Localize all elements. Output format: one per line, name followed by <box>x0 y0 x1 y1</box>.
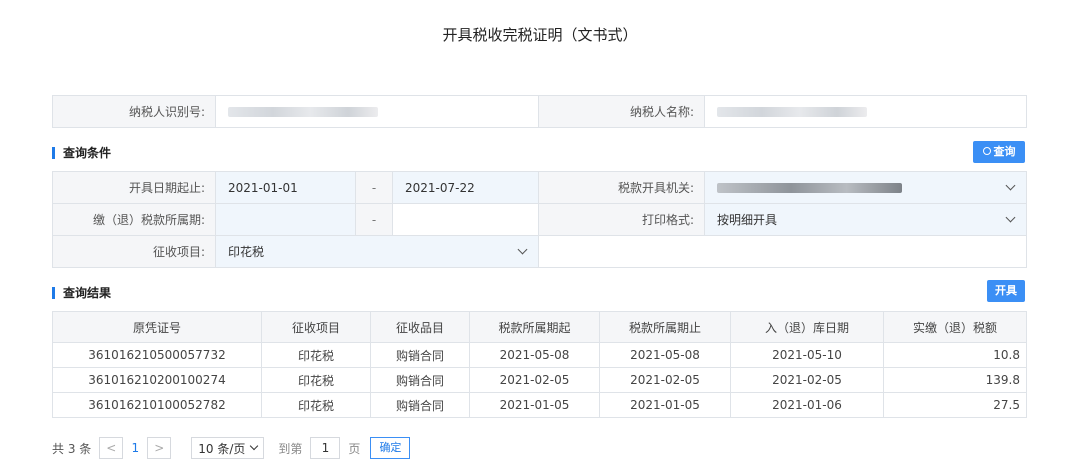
issue-button[interactable]: 开具 <box>987 280 1025 302</box>
query-section-title: 查询条件 <box>52 147 111 159</box>
pagination: 共 3 条 < 1 > 10 条/页 到第 1 页 确定 <box>52 437 411 459</box>
goto-page-input[interactable]: 1 <box>310 437 341 459</box>
cell-voucher-no: 361016210200100274 <box>52 367 262 393</box>
cell-levy-category: 购销合同 <box>370 392 470 418</box>
page-number[interactable]: 1 <box>123 441 147 455</box>
date-range-label: 开具日期起止: <box>52 171 216 204</box>
chevron-down-icon <box>517 244 528 255</box>
column-header: 原凭证号 <box>52 311 262 343</box>
page-unit-label: 页 <box>348 441 361 456</box>
cell-levy-category: 购销合同 <box>370 342 470 368</box>
taxpayer-name-label: 纳税人名称: <box>538 95 705 128</box>
cell-treasury-date: 2021-05-10 <box>730 342 884 368</box>
date-start-input[interactable]: 2021-01-01 <box>215 171 356 204</box>
query-conditions-table: 开具日期起止: 2021-01-01 - 2021-07-22 税款开具机关: … <box>52 171 1027 268</box>
period-separator: - <box>355 203 393 236</box>
next-page-button[interactable]: > <box>147 437 172 459</box>
total-count: 共 3 条 <box>52 441 92 456</box>
cell-levy-item: 印花税 <box>261 392 371 418</box>
cell-period-end: 2021-05-08 <box>599 342 731 368</box>
levy-item-select[interactable]: 印花税 <box>215 235 539 268</box>
cell-voucher-no: 361016210500057732 <box>52 342 262 368</box>
chevron-down-icon <box>1005 180 1016 191</box>
taxpayer-id-label: 纳税人识别号: <box>52 95 216 128</box>
search-button-label: 查询 <box>993 145 1016 158</box>
page-size-value: 10 条/页 <box>198 441 246 456</box>
chevron-down-icon <box>1005 212 1016 223</box>
column-header: 征收品目 <box>370 311 470 343</box>
authority-label: 税款开具机关: <box>538 171 705 204</box>
print-format-label: 打印格式: <box>538 203 705 236</box>
cell-period-end: 2021-01-05 <box>599 392 731 418</box>
table-row[interactable]: 361016210100052782 印花税 购销合同 2021-01-05 2… <box>52 392 1027 418</box>
cell-amount: 27.5 <box>883 392 1027 418</box>
column-header: 实缴（退）税额 <box>883 311 1027 343</box>
column-header: 税款所属期止 <box>599 311 731 343</box>
column-header: 征收项目 <box>261 311 371 343</box>
column-header: 入（退）库日期 <box>730 311 884 343</box>
period-start-input[interactable] <box>215 203 356 236</box>
period-label: 缴（退）税款所属期: <box>52 203 216 236</box>
table-header-row: 原凭证号 征收项目 征收品目 税款所属期起 税款所属期止 入（退）库日期 实缴（… <box>52 311 1027 343</box>
cell-levy-category: 购销合同 <box>370 367 470 393</box>
cell-period-start: 2021-02-05 <box>469 367 600 393</box>
table-row[interactable]: 361016210500057732 印花税 购销合同 2021-05-08 2… <box>52 342 1027 368</box>
levy-item-label: 征收项目: <box>52 235 216 268</box>
cell-treasury-date: 2021-02-05 <box>730 367 884 393</box>
column-header: 税款所属期起 <box>469 311 600 343</box>
cell-amount: 10.8 <box>883 342 1027 368</box>
search-icon <box>982 147 991 155</box>
empty-cell <box>538 235 1027 268</box>
print-format-value: 按明细开具 <box>717 213 778 227</box>
levy-item-value: 印花税 <box>228 245 265 259</box>
taxpayer-id-value <box>215 95 539 128</box>
date-separator: - <box>355 171 393 204</box>
search-button[interactable]: 查询 <box>973 141 1025 163</box>
taxpayer-name-value <box>704 95 1027 128</box>
page-size-select[interactable]: 10 条/页 <box>191 437 265 459</box>
table-row[interactable]: 361016210200100274 印花税 购销合同 2021-02-05 2… <box>52 367 1027 393</box>
cell-period-start: 2021-05-08 <box>469 342 600 368</box>
cell-period-end: 2021-02-05 <box>599 367 731 393</box>
period-end-input[interactable] <box>392 203 539 236</box>
results-table: 原凭证号 征收项目 征收品目 税款所属期起 税款所属期止 入（退）库日期 实缴（… <box>52 311 1027 418</box>
page-title: 开具税收完税证明（文书式） <box>442 26 638 44</box>
authority-select[interactable] <box>704 171 1027 204</box>
goto-label: 到第 <box>278 441 303 456</box>
results-section-title: 查询结果 <box>52 287 111 299</box>
cell-levy-item: 印花税 <box>261 342 371 368</box>
cell-treasury-date: 2021-01-06 <box>730 392 884 418</box>
taxpayer-info-table: 纳税人识别号: 纳税人名称: <box>52 95 1027 128</box>
chevron-down-icon <box>250 441 259 451</box>
cell-levy-item: 印花税 <box>261 367 371 393</box>
confirm-button[interactable]: 确定 <box>370 437 411 459</box>
cell-period-start: 2021-01-05 <box>469 392 600 418</box>
cell-amount: 139.8 <box>883 367 1027 393</box>
prev-page-button[interactable]: < <box>99 437 124 459</box>
date-end-input[interactable]: 2021-07-22 <box>392 171 539 204</box>
print-format-select[interactable]: 按明细开具 <box>704 203 1027 236</box>
cell-voucher-no: 361016210100052782 <box>52 392 262 418</box>
